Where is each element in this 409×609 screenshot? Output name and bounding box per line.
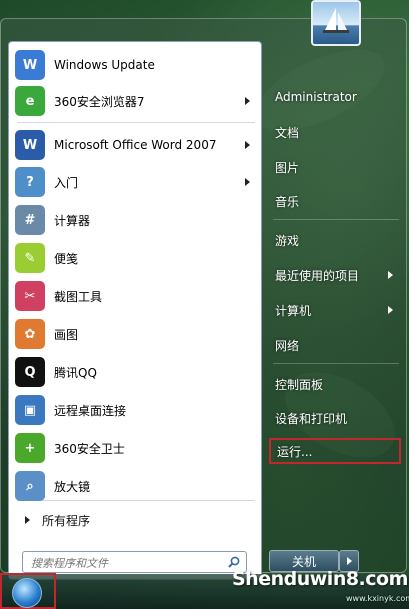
watermark-url: www.kxinyk.com (346, 594, 409, 603)
program-label: 入门 (54, 175, 79, 190)
program-item[interactable]: ⌕ 放大镜 (15, 469, 260, 503)
start-menu: 所有程序 W Windows Update e 360安全浏览器7 W Microsoft… (0, 18, 407, 580)
places-item-label: 游戏 (275, 233, 300, 248)
places-item[interactable]: 文档 (269, 119, 401, 145)
program-label: 远程桌面连接 (54, 403, 127, 418)
calculator-icon: # (15, 205, 45, 235)
places-item-label: 计算机 (275, 303, 312, 318)
places-item[interactable]: 最近使用的项目 (269, 262, 401, 288)
program-label: Microsoft Office Word 2007 (54, 138, 217, 152)
chevron-right-icon (388, 306, 393, 314)
program-label: 腾讯QQ (54, 365, 97, 380)
places-item[interactable]: 控制面板 (269, 371, 401, 397)
program-label: 360安全卫士 (54, 441, 125, 456)
user-name-label: Administrator (275, 90, 357, 104)
places-item[interactable]: 计算机 (269, 297, 401, 323)
all-programs-label: 所有程序 (42, 513, 91, 528)
remote-desktop-icon: ▣ (15, 395, 45, 425)
start-button[interactable] (0, 573, 56, 609)
program-label: 画图 (54, 327, 79, 342)
all-programs-button[interactable]: 所有程序 (15, 508, 260, 532)
places-item[interactable]: 音乐 (269, 188, 401, 214)
program-label: Windows Update (54, 58, 155, 72)
divider (273, 219, 399, 220)
places-item-label: 设备和打印机 (275, 411, 348, 426)
places-item-label: 控制面板 (275, 377, 324, 392)
chevron-right-icon (245, 97, 250, 105)
user-name[interactable]: Administrator (269, 84, 401, 110)
program-item[interactable]: ✂ 截图工具 (15, 279, 260, 313)
divider (17, 122, 255, 123)
word-icon: W (15, 130, 45, 160)
program-item[interactable]: ▣ 远程桌面连接 (15, 393, 260, 427)
chevron-right-icon (25, 516, 30, 524)
program-item[interactable]: W Microsoft Office Word 2007 (15, 128, 260, 162)
getting-started-icon: ? (15, 167, 45, 197)
places-item-label: 文档 (275, 125, 300, 140)
sailboat-icon (323, 8, 349, 33)
program-item[interactable]: e 360安全浏览器7 (15, 84, 260, 118)
program-item[interactable]: ✿ 画图 (15, 317, 260, 351)
places-item[interactable]: 游戏 (269, 227, 401, 253)
watermark: Shenduwin8.com www.kxinyk.com (228, 560, 409, 608)
program-label: 便笺 (54, 251, 79, 266)
snipping-tool-icon: ✂ (15, 281, 45, 311)
places-item-label: 运行... (277, 444, 313, 459)
programs-pane: 所有程序 W Windows Update e 360安全浏览器7 W Microsoft… (8, 41, 262, 580)
places-item[interactable]: 运行... (269, 438, 401, 464)
places-pane: Administrator 文档图片音乐游戏最近使用的项目 计算机网络控制面板设备… (269, 41, 405, 571)
program-label: 计算器 (54, 213, 91, 228)
places-item-label: 图片 (275, 160, 300, 175)
magnifier-icon: ⌕ (15, 471, 45, 501)
program-item[interactable]: # 计算器 (15, 203, 260, 237)
search-box[interactable] (22, 551, 247, 573)
places-item-label: 最近使用的项目 (275, 268, 360, 283)
places-item[interactable]: 网络 (269, 332, 401, 358)
windows-logo-icon (12, 578, 42, 608)
chevron-right-icon (245, 141, 250, 149)
paint-icon: ✿ (15, 319, 45, 349)
watermark-text: Shenduwin8.com (232, 568, 408, 590)
search-input[interactable] (29, 553, 223, 573)
program-label: 放大镜 (54, 479, 91, 494)
360-safeguard-icon: + (15, 433, 45, 463)
program-item[interactable]: ? 入门 (15, 165, 260, 199)
program-item[interactable]: W Windows Update (15, 48, 260, 82)
divider (273, 363, 399, 364)
places-item-label: 音乐 (275, 194, 300, 209)
program-label: 360安全浏览器7 (54, 94, 145, 109)
qq-icon: Q (15, 357, 45, 387)
program-label: 截图工具 (54, 289, 103, 304)
chevron-right-icon (388, 271, 393, 279)
places-item[interactable]: 设备和打印机 (269, 405, 401, 431)
program-item[interactable]: +360安全卫士 (15, 431, 260, 465)
places-item[interactable]: 图片 (269, 154, 401, 180)
program-item[interactable]: Q 腾讯QQ (15, 355, 260, 389)
places-item-label: 网络 (275, 338, 300, 353)
windows-update-icon: W (15, 50, 45, 80)
program-item[interactable]: ✎ 便笺 (15, 241, 260, 275)
sticky-notes-icon: ✎ (15, 243, 45, 273)
chevron-right-icon (245, 178, 250, 186)
360-browser-icon: e (15, 86, 45, 116)
user-avatar[interactable] (311, 0, 361, 46)
